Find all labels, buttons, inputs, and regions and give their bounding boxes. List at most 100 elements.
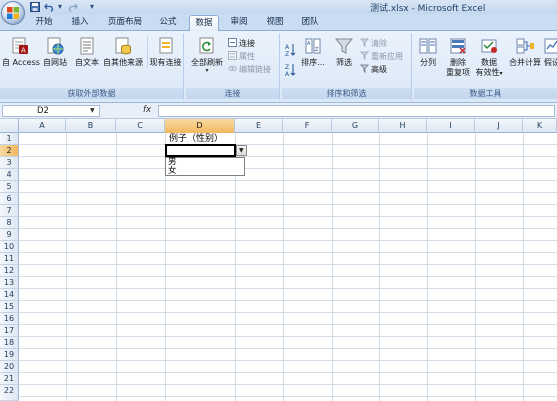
formula-input[interactable] xyxy=(158,105,555,117)
from-text-button[interactable]: 自文本 xyxy=(72,36,102,68)
row-header-16[interactable]: 16 xyxy=(0,313,19,325)
split-columns-icon xyxy=(419,38,437,54)
svg-text:A: A xyxy=(21,47,26,55)
row-header-3[interactable]: 3 xyxy=(0,157,19,169)
select-all-button[interactable] xyxy=(0,119,19,133)
group-connections: 全部刷新 ▾ 连接 属性 编辑链接 连接 xyxy=(186,33,280,100)
filter-button[interactable]: 筛选 xyxy=(332,36,356,68)
customize-icon[interactable]: ▾ xyxy=(90,2,94,12)
column-header-j[interactable]: J xyxy=(475,119,523,133)
row-header-14[interactable]: 14 xyxy=(0,289,19,301)
row-header-6[interactable]: 6 xyxy=(0,193,19,205)
gridline xyxy=(19,396,557,397)
reapply-icon xyxy=(360,51,369,60)
column-header-g[interactable]: G xyxy=(332,119,379,133)
row-header-5[interactable]: 5 xyxy=(0,181,19,193)
column-header-f[interactable]: F xyxy=(283,119,332,133)
row-header-21[interactable]: 21 xyxy=(0,373,19,385)
existing-connections-button[interactable]: 现有连接 xyxy=(147,36,183,68)
gridline xyxy=(19,180,557,181)
tab-home[interactable]: 开始 xyxy=(30,15,58,31)
column-header-b[interactable]: B xyxy=(66,119,116,133)
row-header-4[interactable]: 4 xyxy=(0,169,19,181)
row-header-10[interactable]: 10 xyxy=(0,241,19,253)
redo-icon[interactable] xyxy=(66,2,78,13)
chevron-down-icon[interactable]: ▾ xyxy=(58,2,62,12)
chevron-down-icon: ▼ xyxy=(239,147,244,154)
svg-text:Z: Z xyxy=(285,51,289,57)
gridline xyxy=(19,276,557,277)
data-validation-button[interactable]: 数据 有效性▾ xyxy=(474,36,504,79)
column-header-c[interactable]: C xyxy=(116,119,165,133)
row-header-22[interactable]: 22 xyxy=(0,385,19,401)
gridline xyxy=(19,264,557,265)
row-header-2[interactable]: 2 xyxy=(0,145,19,157)
window-title: 测试.xlsx - Microsoft Excel xyxy=(370,4,486,14)
connections-button[interactable]: 连接 xyxy=(228,38,255,49)
row-header-19[interactable]: 19 xyxy=(0,349,19,361)
access-icon: A xyxy=(12,37,28,55)
sort-az-button[interactable]: AZ xyxy=(285,43,296,58)
what-if-analysis-button[interactable]: 假设 xyxy=(542,36,557,68)
from-access-button[interactable]: A 自 Access xyxy=(2,36,40,68)
text-to-columns-button[interactable]: 分列 xyxy=(416,36,440,68)
row-header-9[interactable]: 9 xyxy=(0,229,19,241)
row-header-18[interactable]: 18 xyxy=(0,337,19,349)
gridline xyxy=(19,384,557,385)
name-box[interactable]: D2 xyxy=(2,105,100,117)
undo-icon[interactable] xyxy=(44,2,56,13)
reapply-button[interactable]: 重新应用 xyxy=(360,51,403,62)
sort-descending-icon: ZA xyxy=(285,64,296,78)
gridline xyxy=(19,336,557,337)
advanced-button[interactable]: 高级 xyxy=(360,64,387,75)
tab-insert[interactable]: 插入 xyxy=(66,15,94,31)
group-label-connections: 连接 xyxy=(186,88,279,99)
globe-icon xyxy=(47,37,64,55)
group-label-external: 获取外部数据 xyxy=(0,88,183,99)
from-other-sources-button[interactable]: 自其他来源 xyxy=(103,36,143,68)
chevron-down-icon[interactable]: ▼ xyxy=(90,107,95,114)
worksheet-grid[interactable]: A B C D E F G H I J K 1 2 3 4 5 6 7 8 9 … xyxy=(0,119,557,401)
from-web-button[interactable]: 自网站 xyxy=(40,36,70,68)
column-header-e[interactable]: E xyxy=(235,119,283,133)
dropdown-button[interactable]: ▼ xyxy=(236,145,247,156)
chevron-down-icon: ▾ xyxy=(205,67,209,74)
office-button[interactable] xyxy=(1,1,25,25)
column-header-a[interactable]: A xyxy=(19,119,66,133)
row-header-15[interactable]: 15 xyxy=(0,301,19,313)
row-header-8[interactable]: 8 xyxy=(0,217,19,229)
clear-button[interactable]: 清除 xyxy=(360,38,387,49)
row-header-11[interactable]: 11 xyxy=(0,253,19,265)
sort-za-button[interactable]: ZA xyxy=(285,63,296,78)
properties-button[interactable]: 属性 xyxy=(228,51,255,62)
column-header-k[interactable]: K xyxy=(523,119,557,133)
dropdown-option-female[interactable]: 女 xyxy=(168,167,177,176)
tab-formulas[interactable]: 公式 xyxy=(154,15,182,31)
row-header-7[interactable]: 7 xyxy=(0,205,19,217)
column-header-i[interactable]: I xyxy=(427,119,475,133)
row-header-1[interactable]: 1 xyxy=(0,133,19,145)
cell-d2-active[interactable] xyxy=(165,144,236,157)
tab-page-layout[interactable]: 页面布局 xyxy=(103,15,147,31)
consolidate-button[interactable]: 合并计算 xyxy=(508,36,542,68)
gridline xyxy=(19,192,557,193)
sort-button[interactable]: AZ 排序... xyxy=(298,36,328,68)
refresh-all-button[interactable]: 全部刷新 ▾ xyxy=(189,36,225,74)
tab-data[interactable]: 数据 xyxy=(189,15,219,31)
column-header-d[interactable]: D xyxy=(165,119,235,133)
row-header-12[interactable]: 12 xyxy=(0,265,19,277)
group-label-data-tools: 数据工具 xyxy=(414,88,557,99)
save-icon[interactable] xyxy=(30,2,40,12)
insert-function-icon[interactable]: fx xyxy=(143,105,151,115)
tab-team[interactable]: 团队 xyxy=(296,15,324,31)
tab-view[interactable]: 视图 xyxy=(261,15,289,31)
row-header-17[interactable]: 17 xyxy=(0,325,19,337)
column-header-h[interactable]: H xyxy=(379,119,427,133)
tab-review[interactable]: 审阅 xyxy=(225,15,253,31)
remove-duplicates-button[interactable]: 删除 重复项 xyxy=(444,36,472,78)
row-header-13[interactable]: 13 xyxy=(0,277,19,289)
svg-text:Z: Z xyxy=(315,47,319,53)
edit-links-button[interactable]: 编辑链接 xyxy=(228,64,271,75)
row-header-20[interactable]: 20 xyxy=(0,361,19,373)
gridline xyxy=(19,204,557,205)
